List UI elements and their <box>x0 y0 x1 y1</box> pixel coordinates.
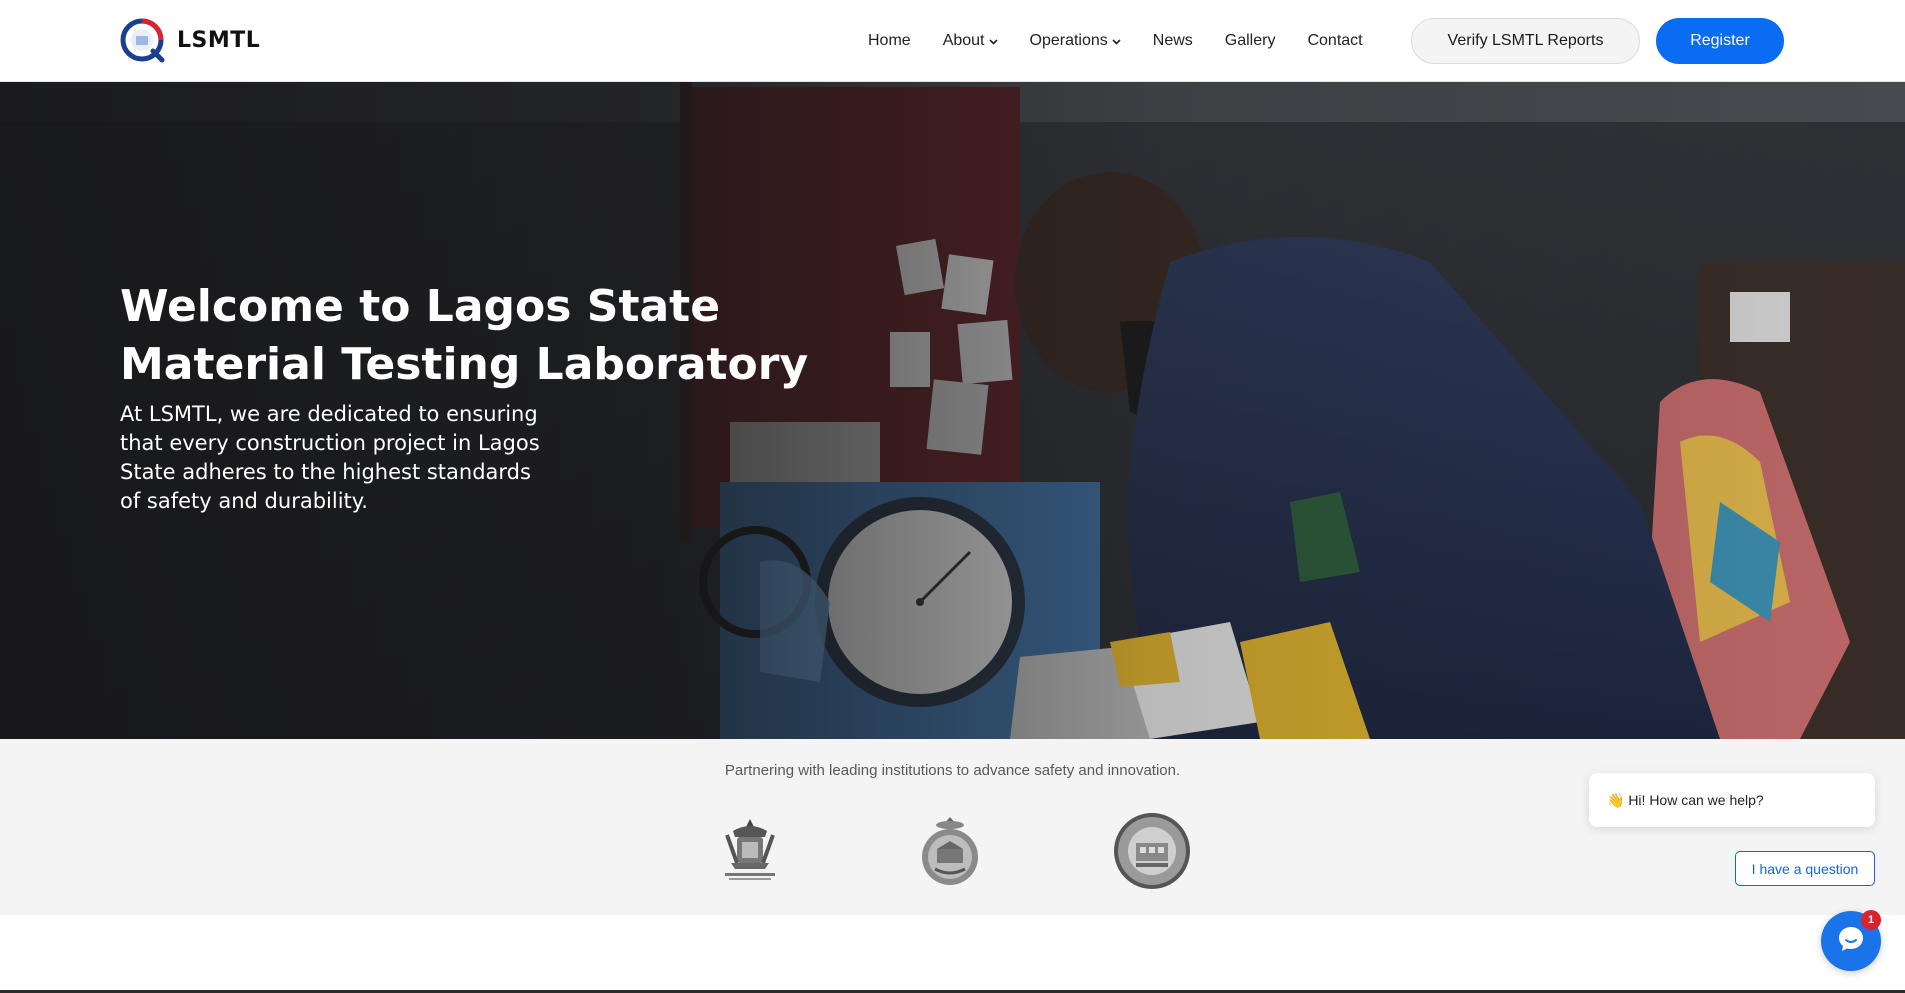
ministry-seal-logo[interactable] <box>917 815 983 892</box>
lagos-state-government-logo[interactable] <box>715 815 785 890</box>
nav-operations-label: Operations <box>1029 32 1108 49</box>
brand-name: LSMTL <box>177 28 261 53</box>
nav-news-label: News <box>1152 32 1193 49</box>
nav-gallery-label: Gallery <box>1224 32 1276 49</box>
building-control-agency-seal-logo[interactable] <box>1112 811 1192 896</box>
lsmtl-logo-icon <box>120 18 165 63</box>
nav-operations[interactable]: Operations <box>1030 32 1121 50</box>
nav-contact-label: Contact <box>1307 32 1363 49</box>
nav-gallery[interactable]: Gallery <box>1225 32 1276 50</box>
nav-contact[interactable]: Contact <box>1307 32 1362 50</box>
main-nav: Home About Operations News Gallery Conta… <box>868 0 1395 82</box>
brand-logo[interactable]: LSMTL <box>120 18 260 63</box>
chevron-down-icon <box>1112 37 1121 48</box>
hero-subtitle: At LSMTL, we are dedicated to ensuring t… <box>120 402 540 513</box>
chat-greeting-bubble[interactable]: 👋 Hi! How can we help? <box>1589 773 1875 827</box>
nav-about-label: About <box>942 32 985 49</box>
nav-home[interactable]: Home <box>868 32 911 50</box>
hero-title: Welcome to Lagos State Material Testing … <box>120 281 809 390</box>
register-button[interactable]: Register <box>1656 18 1784 64</box>
nav-about[interactable]: About <box>943 32 998 50</box>
hero-section: Welcome to Lagos State Material Testing … <box>0 82 1905 739</box>
chat-question-button[interactable]: I have a question <box>1735 851 1875 886</box>
site-header: LSMTL Home About Operations News Gallery… <box>0 0 1905 82</box>
chevron-down-icon <box>988 37 998 48</box>
nav-home-label: Home <box>868 32 911 49</box>
nav-news[interactable]: News <box>1153 32 1193 50</box>
chat-bubble-icon <box>1836 924 1866 959</box>
chat-notification-badge: 1 <box>1861 910 1881 930</box>
verify-reports-button[interactable]: Verify LSMTL Reports <box>1411 18 1640 64</box>
partners-section: Partnering with leading institutions to … <box>0 739 1905 915</box>
chat-greeting-text: 👋 Hi! How can we help? <box>1607 791 1764 808</box>
